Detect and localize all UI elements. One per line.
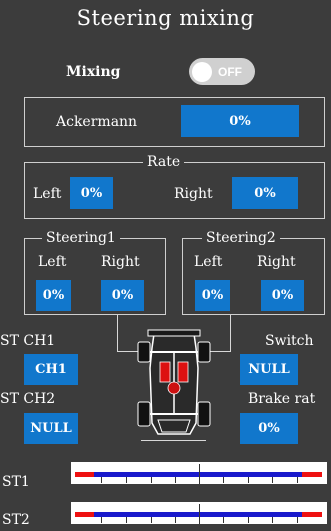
page-title: Steering mixing [76, 6, 255, 30]
st2-monitor-bar [71, 502, 327, 524]
st2-tick [175, 517, 176, 523]
st1-monitor-bar [71, 462, 327, 484]
ackermann-value-button[interactable]: 0% [181, 105, 299, 137]
st1-tick [126, 477, 127, 483]
st-ch1-label: ST CH1 [0, 333, 56, 349]
st2-tick [297, 517, 298, 523]
car-chassis-icon [136, 328, 212, 440]
steering2-title: Steering2 [202, 230, 280, 246]
brake-rate-button[interactable]: 0% [240, 413, 298, 444]
st2-limit-right [302, 512, 322, 517]
switch-button[interactable]: NULL [240, 354, 298, 385]
st1-tick [223, 477, 224, 483]
st1-tick [297, 477, 298, 483]
st2-tick [151, 517, 152, 523]
st-ch2-button[interactable]: NULL [24, 413, 78, 444]
st1-tick [151, 477, 152, 483]
st1-tick [272, 477, 273, 483]
steering1-left-value-button[interactable]: 0% [36, 280, 71, 311]
channel-label-st1: ST1 [2, 474, 30, 490]
steering1-right-label: Right [101, 254, 140, 270]
toggle-knob [192, 61, 212, 82]
rate-right-value-button[interactable]: 0% [232, 177, 298, 209]
st1-tick [101, 477, 102, 483]
brake-rate-label: Brake rat [248, 391, 316, 407]
mixing-toggle[interactable]: OFF [189, 58, 255, 85]
st-ch2-label: ST CH2 [0, 391, 56, 407]
connector-line [141, 440, 206, 441]
rate-right-label: Right [174, 186, 213, 202]
st-ch1-button[interactable]: CH1 [24, 354, 78, 385]
steering2-right-value-button[interactable]: 0% [261, 280, 304, 311]
steering2-left-value-button[interactable]: 0% [195, 280, 230, 311]
rate-left-label: Left [33, 186, 62, 202]
st1-tick [175, 477, 176, 483]
rate-left-value-button[interactable]: 0% [70, 177, 113, 209]
rate-title: Rate [143, 154, 185, 170]
st1-center-tick [199, 464, 200, 484]
st2-tick [101, 517, 102, 523]
mixing-toggle-state: OFF [218, 64, 242, 79]
steering1-right-value-button[interactable]: 0% [101, 280, 144, 311]
connector-line [230, 315, 231, 352]
st2-tick [223, 517, 224, 523]
ackermann-label: Ackermann [56, 114, 138, 130]
steering2-left-label: Left [194, 254, 223, 270]
st2-center-tick [199, 504, 200, 524]
st1-limit-right [302, 472, 322, 477]
st2-tick [126, 517, 127, 523]
st1-limit-left [75, 472, 94, 477]
st2-tick [248, 517, 249, 523]
st2-tick [272, 517, 273, 523]
mixing-label: Mixing [66, 64, 121, 80]
steering1-left-label: Left [38, 254, 67, 270]
st2-limit-left [75, 512, 94, 517]
steering2-right-label: Right [257, 254, 296, 270]
st1-tick [248, 477, 249, 483]
connector-line [117, 315, 118, 352]
steering1-title: Steering1 [42, 230, 120, 246]
channel-label-st2: ST2 [2, 512, 30, 528]
switch-label: Switch [265, 333, 314, 349]
